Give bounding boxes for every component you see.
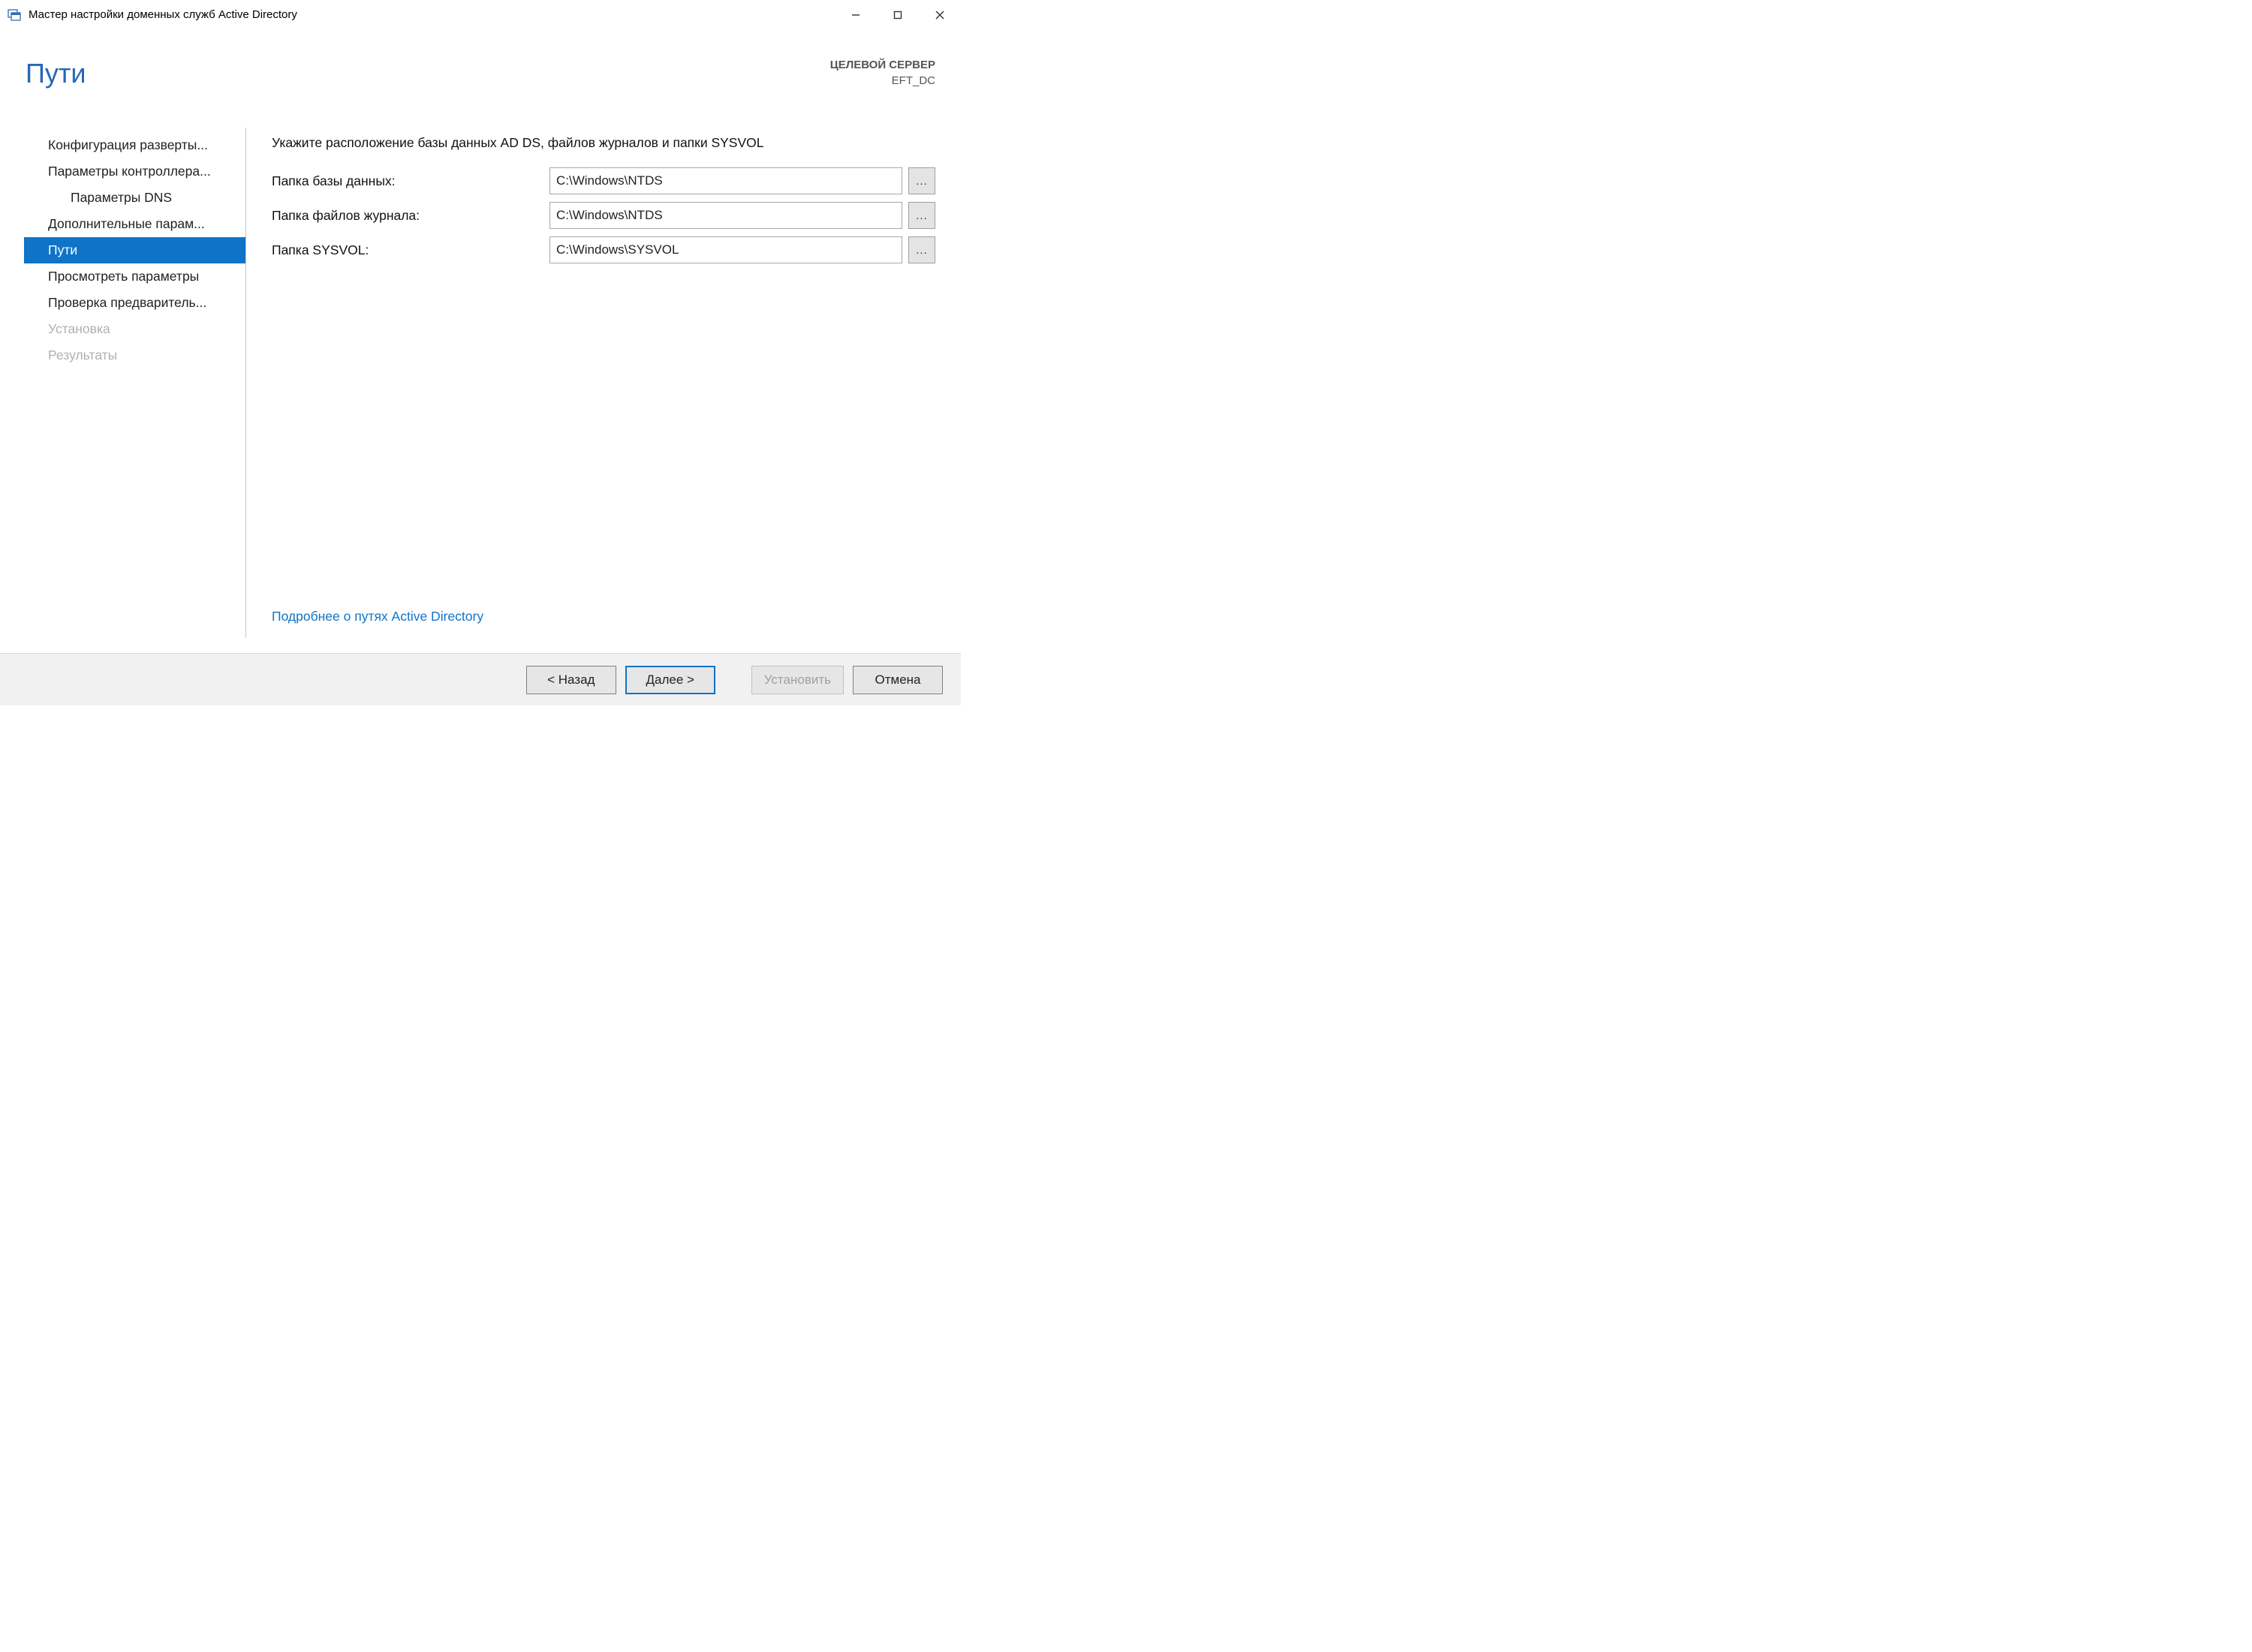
page-title: Пути <box>26 44 86 89</box>
close-button[interactable] <box>919 0 961 29</box>
sysvol-folder-input[interactable] <box>549 236 902 263</box>
help-link[interactable]: Подробнее о путях Active Directory <box>272 609 935 624</box>
minimize-button[interactable] <box>835 0 877 29</box>
header: Пути ЦЕЛЕВОЙ СЕРВЕР EFT_DC <box>0 30 961 128</box>
back-button[interactable]: < Назад <box>526 666 616 694</box>
sidebar-item-prerequisites-check[interactable]: Проверка предваритель... <box>24 290 245 316</box>
spacer <box>272 271 935 609</box>
next-button[interactable]: Далее > <box>625 666 715 694</box>
database-folder-label: Папка базы данных: <box>272 173 549 189</box>
footer: < Назад Далее > Установить Отмена <box>0 653 961 706</box>
database-browse-button[interactable]: ... <box>908 167 935 194</box>
sidebar-item-deployment-config[interactable]: Конфигурация разверты... <box>24 132 245 158</box>
titlebar: Мастер настройки доменных служб Active D… <box>0 0 961 30</box>
sidebar-item-paths[interactable]: Пути <box>24 237 245 263</box>
target-server-label: ЦЕЛЕВОЙ СЕРВЕР <box>830 57 935 73</box>
install-button: Установить <box>751 666 844 694</box>
body: Конфигурация разверты... Параметры контр… <box>0 128 961 638</box>
maximize-button[interactable] <box>877 0 919 29</box>
sysvol-folder-row: Папка SYSVOL: ... <box>272 236 935 263</box>
sysvol-folder-label: Папка SYSVOL: <box>272 242 549 258</box>
app-icon <box>8 8 21 22</box>
sidebar-item-additional-options[interactable]: Дополнительные парам... <box>24 211 245 237</box>
wizard-sidebar: Конфигурация разверты... Параметры контр… <box>24 128 246 638</box>
window-title: Мастер настройки доменных служб Active D… <box>29 8 835 21</box>
sidebar-item-dns-options[interactable]: Параметры DNS <box>24 185 245 211</box>
log-folder-row: Папка файлов журнала: ... <box>272 202 935 229</box>
log-folder-label: Папка файлов журнала: <box>272 208 549 224</box>
log-folder-input[interactable] <box>549 202 902 229</box>
log-browse-button[interactable]: ... <box>908 202 935 229</box>
sidebar-item-installation: Установка <box>24 316 245 342</box>
target-server-name: EFT_DC <box>830 73 935 89</box>
main-panel: Укажите расположение базы данных AD DS, … <box>246 128 961 638</box>
cancel-button[interactable]: Отмена <box>853 666 943 694</box>
database-folder-row: Папка базы данных: ... <box>272 167 935 194</box>
sysvol-browse-button[interactable]: ... <box>908 236 935 263</box>
instruction-text: Укажите расположение базы данных AD DS, … <box>272 135 935 151</box>
database-folder-input[interactable] <box>549 167 902 194</box>
sidebar-item-results: Результаты <box>24 342 245 369</box>
sidebar-item-review-options[interactable]: Просмотреть параметры <box>24 263 245 290</box>
window-controls <box>835 0 961 29</box>
target-server-info: ЦЕЛЕВОЙ СЕРВЕР EFT_DC <box>830 44 935 89</box>
sidebar-item-dc-options[interactable]: Параметры контроллера... <box>24 158 245 185</box>
